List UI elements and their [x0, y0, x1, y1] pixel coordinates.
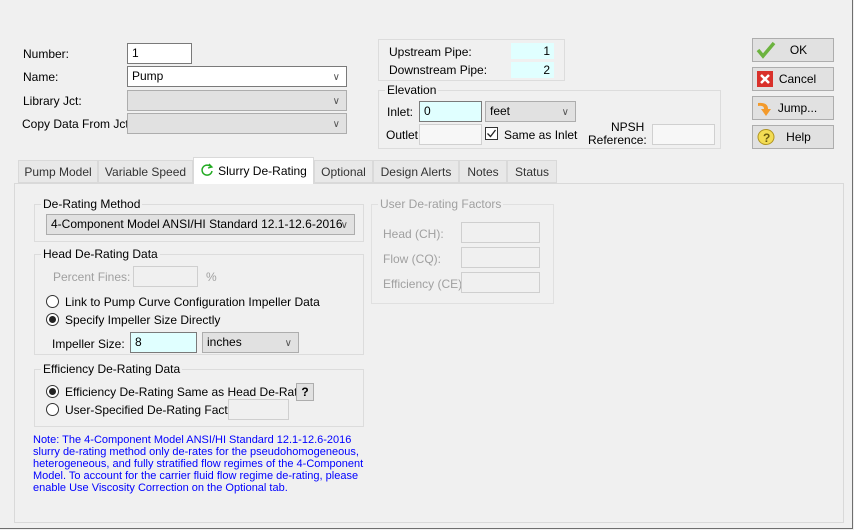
library-combo[interactable]: ∨: [127, 90, 347, 111]
jump-arrow-icon: [758, 102, 771, 116]
tab-design-alerts[interactable]: Design Alerts: [373, 160, 459, 183]
same-as-inlet-label: Same as Inlet: [504, 128, 578, 142]
cancel-button[interactable]: Cancel: [752, 67, 834, 91]
checkmark-icon: [487, 129, 497, 138]
elevation-title: Elevation: [385, 83, 439, 97]
unit-value: feet: [490, 104, 511, 118]
tab-status[interactable]: Status: [507, 160, 557, 183]
efficiency-ce-label: Efficiency (CE):: [383, 277, 466, 291]
ok-label: OK: [789, 43, 808, 57]
number-label: Number:: [23, 47, 70, 61]
percent-fines-input[interactable]: [133, 266, 198, 287]
chevron-down-icon: ∨: [332, 96, 340, 107]
cancel-label: Cancel: [778, 72, 817, 86]
downstream-value: 2: [511, 62, 554, 78]
user-specified-radio[interactable]: [46, 403, 59, 416]
help-button[interactable]: ? Help: [752, 125, 834, 149]
tab-label: Slurry De-Rating: [218, 164, 307, 178]
name-value: Pump: [132, 69, 164, 83]
group-title: User De-rating Factors: [378, 197, 504, 211]
link-impeller-radio[interactable]: [46, 295, 59, 308]
jump-label: Jump...: [777, 101, 818, 115]
npsh-label: NPSH: [611, 120, 645, 134]
upstream-label: Upstream Pipe:: [389, 45, 472, 59]
flow-cq-label: Flow (CQ):: [383, 252, 441, 266]
impeller-size-input[interactable]: 8: [130, 332, 197, 353]
inlet-input[interactable]: 0: [419, 101, 482, 122]
chevron-down-icon: ∨: [340, 220, 348, 231]
help-icon: ?: [757, 129, 775, 145]
specify-impeller-radio[interactable]: [46, 313, 59, 326]
tab-notes[interactable]: Notes: [459, 160, 507, 183]
copy-data-combo[interactable]: ∨: [127, 113, 347, 134]
percent-fines-label: Percent Fines:: [53, 270, 131, 284]
same-as-inlet-checkbox[interactable]: [485, 127, 498, 140]
copy-data-label: Copy Data From Jct...: [22, 117, 139, 131]
head-ch-input[interactable]: [461, 222, 540, 243]
tab-optional[interactable]: Optional: [314, 160, 373, 183]
jump-button[interactable]: Jump...: [752, 96, 834, 120]
help-label: Help: [786, 130, 811, 144]
note-text: Note: The 4-Component Model ANSI/HI Stan…: [33, 434, 364, 494]
chevron-down-icon: ∨: [561, 107, 569, 118]
number-input[interactable]: 1: [127, 43, 192, 64]
help-question-button[interactable]: ?: [296, 383, 314, 401]
svg-text:?: ?: [763, 131, 770, 145]
impeller-unit-combo[interactable]: inches ∨: [202, 332, 299, 353]
tab-variable-speed[interactable]: Variable Speed: [98, 160, 193, 183]
outlet-input[interactable]: [419, 124, 482, 145]
percent-unit: %: [206, 270, 217, 284]
group-title: Efficiency De-Rating Data: [41, 362, 183, 376]
library-label: Library Jct:: [23, 94, 82, 108]
efficiency-same-label: Efficiency De-Rating Same as Head De-Rat…: [65, 385, 314, 399]
flow-cq-input[interactable]: [461, 247, 540, 268]
downstream-label: Downstream Pipe:: [389, 63, 488, 77]
close-icon: [757, 71, 773, 87]
elevation-unit-combo[interactable]: feet ∨: [485, 101, 576, 122]
inlet-label: Inlet:: [387, 105, 414, 119]
method-value: 4-Component Model ANSI/HI Standard 12.1-…: [51, 217, 343, 231]
checkmark-icon: [756, 41, 776, 59]
user-factor-input[interactable]: [228, 399, 289, 420]
outlet-label: Outlet:: [386, 128, 422, 142]
efficiency-same-radio[interactable]: [46, 385, 59, 398]
npsh-reference-input[interactable]: [652, 124, 715, 145]
link-impeller-label: Link to Pump Curve Configuration Impelle…: [65, 295, 320, 309]
group-title: De-Rating Method: [41, 197, 143, 211]
name-combo[interactable]: Pump ∨: [127, 66, 347, 87]
upstream-value: 1: [511, 43, 554, 59]
user-specified-label: User-Specified De-Rating Factor: [65, 403, 239, 417]
refresh-icon: [201, 163, 214, 176]
specify-impeller-label: Specify Impeller Size Directly: [65, 313, 221, 327]
de-rating-method-combo[interactable]: 4-Component Model ANSI/HI Standard 12.1-…: [46, 214, 355, 235]
chevron-down-icon: ∨: [332, 119, 340, 130]
efficiency-ce-input[interactable]: [461, 272, 540, 293]
name-label: Name:: [23, 70, 59, 84]
chevron-down-icon: ∨: [284, 338, 292, 349]
npsh-reference-label: Reference:: [588, 133, 647, 147]
chevron-down-icon: ∨: [332, 72, 340, 83]
group-title: Head De-Rating Data: [41, 247, 160, 261]
impeller-size-label: Impeller Size:: [52, 337, 125, 351]
impeller-unit-value: inches: [207, 335, 242, 349]
ok-button[interactable]: OK: [752, 38, 834, 62]
tab-pump-model[interactable]: Pump Model: [18, 160, 98, 183]
head-ch-label: Head (CH):: [383, 227, 444, 241]
tab-slurry-de-rating[interactable]: Slurry De-Rating: [193, 157, 314, 184]
